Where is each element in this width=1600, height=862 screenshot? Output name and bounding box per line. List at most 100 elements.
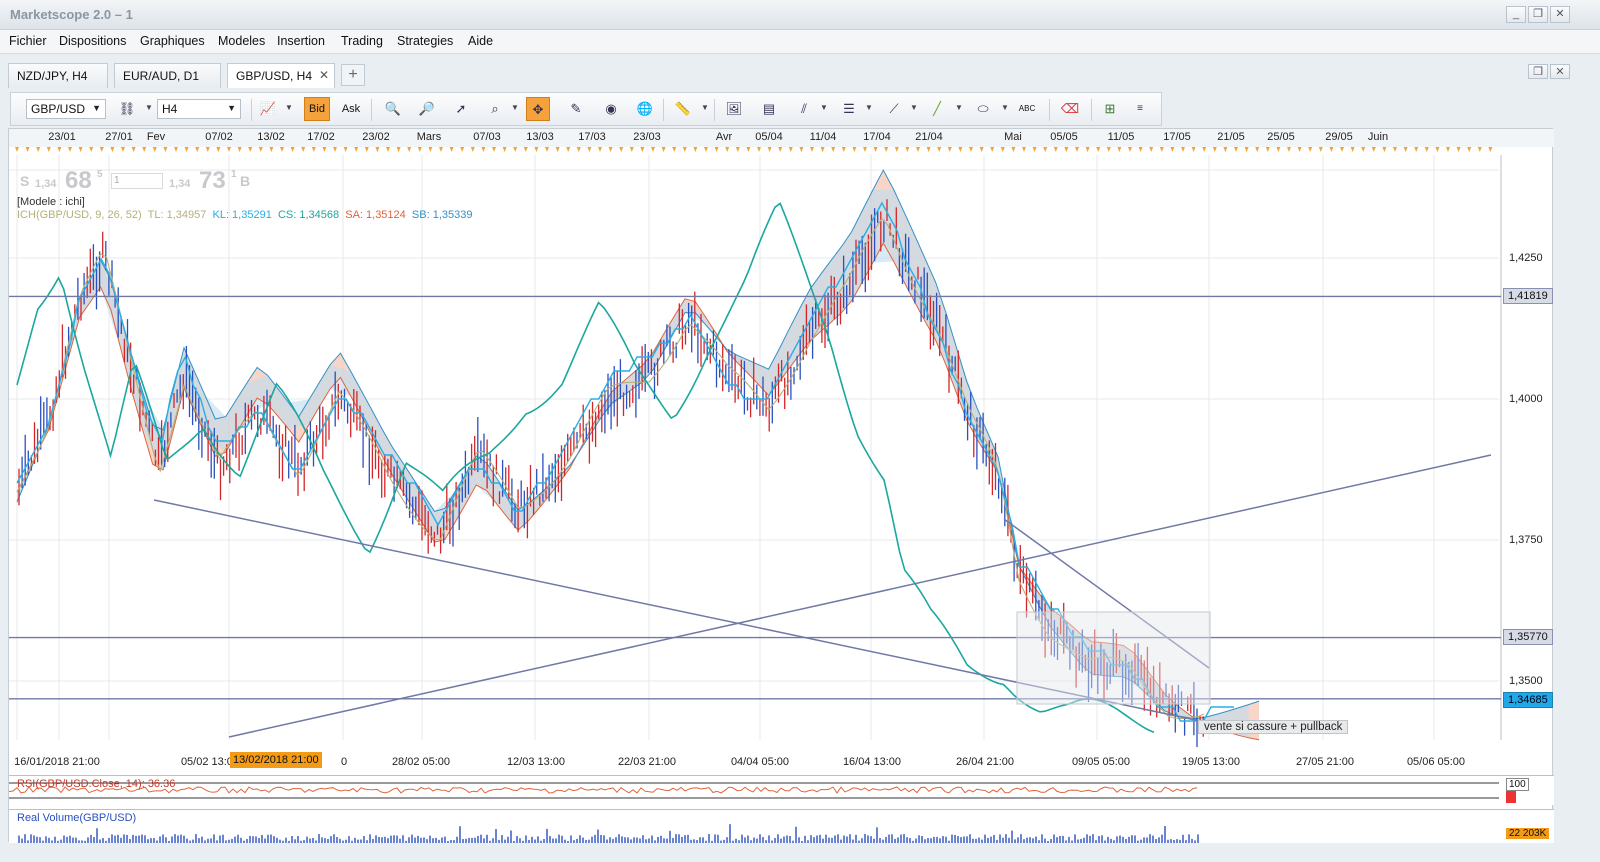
bid-button[interactable]: Bid bbox=[304, 97, 330, 121]
chart-panel[interactable]: 23/01 27/01 Fev 07/02 13/02 17/02 23/02 Mars 07/… bbox=[8, 128, 1554, 843]
legend-chikou: CS: 1,34568 bbox=[277, 209, 340, 221]
rsi-label: RSI(GBP/USD.Close, 14): 36.36 bbox=[17, 778, 176, 790]
session-marker bbox=[89, 147, 94, 152]
chevron-down-icon[interactable]: ▼ bbox=[511, 103, 519, 112]
session-marker bbox=[1403, 147, 1408, 152]
chevron-down-icon[interactable]: ▼ bbox=[145, 103, 153, 112]
tab-euraud[interactable]: EUR/AUD, D1 bbox=[114, 63, 221, 88]
session-marker bbox=[174, 147, 178, 152]
quote-amount-field[interactable]: 1 bbox=[111, 173, 163, 189]
menu-trading[interactable]: Trading bbox=[341, 34, 383, 48]
toolbar-overflow-icon[interactable]: ≡ bbox=[1128, 97, 1152, 121]
minimize-button[interactable]: _ bbox=[1506, 6, 1526, 23]
session-marker bbox=[661, 147, 666, 152]
session-marker bbox=[566, 147, 571, 152]
top-date-label: 05/05 bbox=[1050, 131, 1078, 143]
period-select[interactable]: H4 ▼ bbox=[157, 99, 241, 119]
chevron-down-icon[interactable]: ▼ bbox=[820, 103, 828, 112]
price-chart[interactable] bbox=[9, 147, 1554, 747]
close-button[interactable]: ✕ bbox=[1550, 6, 1570, 23]
crosshair-icon[interactable]: ✥ bbox=[526, 97, 550, 121]
session-marker bbox=[1234, 147, 1238, 152]
chevron-down-icon[interactable]: ▼ bbox=[955, 103, 963, 112]
legend-ich: ICH(GBP/USD, 9, 26, 52) bbox=[17, 209, 142, 221]
level-label-high: 1,41819 bbox=[1503, 288, 1553, 304]
menu-aide[interactable]: Aide bbox=[468, 34, 493, 48]
chevron-down-icon[interactable]: ▼ bbox=[285, 103, 293, 112]
globe-icon[interactable]: 🌐 bbox=[633, 97, 657, 121]
horizontal-lines-icon[interactable]: ☰ bbox=[837, 97, 861, 121]
link-chart-icon[interactable]: ⛓ bbox=[115, 97, 139, 121]
picture-icon[interactable]: 🖼 bbox=[722, 97, 746, 121]
tab-restore-button[interactable]: ❐ bbox=[1528, 64, 1548, 79]
session-marker bbox=[205, 147, 210, 152]
session-marker bbox=[746, 147, 751, 152]
tab-label: NZD/JPY, H4 bbox=[17, 69, 88, 83]
volume-value-label: 22 203K bbox=[1506, 828, 1550, 839]
tab-close-icon[interactable]: ✕ bbox=[319, 68, 329, 82]
session-marker bbox=[1308, 147, 1313, 152]
gann-fan-icon[interactable]: ⟋ bbox=[882, 97, 906, 121]
zoom-area-icon[interactable]: ⌕ bbox=[483, 97, 507, 121]
cursor-icon[interactable]: ➚ bbox=[449, 97, 473, 121]
restore-button[interactable]: ❐ bbox=[1528, 6, 1548, 23]
menu-graphiques[interactable]: Graphiques bbox=[140, 34, 205, 48]
session-marker bbox=[778, 147, 783, 152]
menu-fichier[interactable]: Fichier bbox=[9, 34, 47, 48]
chevron-down-icon: ▼ bbox=[92, 103, 101, 113]
chart-type-icon[interactable]: 📈 bbox=[256, 97, 280, 121]
add-tab-button[interactable]: + bbox=[341, 64, 365, 86]
session-marker bbox=[78, 147, 83, 152]
session-marker bbox=[1181, 147, 1185, 152]
hierarchy-icon[interactable]: ⊞ bbox=[1098, 97, 1122, 121]
session-marker bbox=[619, 147, 624, 152]
chart-annotation[interactable]: vente si cassure + pullback bbox=[1198, 720, 1349, 734]
menu-strategies[interactable]: Strategies bbox=[397, 34, 453, 48]
ellipse-icon[interactable]: ⬭ bbox=[971, 97, 995, 121]
session-marker bbox=[704, 147, 708, 152]
trend-line-icon[interactable]: ╱ bbox=[925, 97, 949, 121]
ruler-icon[interactable]: 📏 bbox=[671, 97, 695, 121]
chart-tabs: NZD/JPY, H4 EUR/AUD, D1 GBP/USD, H4 ✕ + … bbox=[0, 62, 1600, 88]
chevron-down-icon[interactable]: ▼ bbox=[910, 103, 918, 112]
menu-insertion[interactable]: Insertion bbox=[277, 34, 325, 48]
session-marker bbox=[1424, 147, 1429, 152]
tab-nzdjpy[interactable]: NZD/JPY, H4 bbox=[8, 63, 108, 88]
session-marker bbox=[926, 147, 931, 152]
chevron-down-icon[interactable]: ▼ bbox=[701, 103, 709, 112]
session-marker bbox=[460, 147, 465, 152]
rsi-pane[interactable]: RSI(GBP/USD.Close, 14): 36.36 100 bbox=[9, 775, 1554, 805]
session-marker bbox=[333, 147, 337, 152]
volume-pane[interactable]: Real Volume(GBP/USD) 22 203K bbox=[9, 809, 1554, 843]
fan-lines-icon[interactable]: ⫽ bbox=[792, 97, 816, 121]
eraser-icon[interactable]: ⌫ bbox=[1058, 97, 1082, 121]
session-marker bbox=[1318, 147, 1323, 152]
top-date-label: 11/04 bbox=[809, 131, 837, 143]
text-tool-button[interactable]: ABC bbox=[1015, 97, 1039, 121]
rsi-value-marker bbox=[1506, 791, 1516, 803]
view-icon[interactable]: ◉ bbox=[599, 97, 623, 121]
session-marker bbox=[1435, 147, 1440, 152]
session-marker bbox=[873, 147, 878, 152]
tab-gbpusd[interactable]: GBP/USD, H4 ✕ bbox=[227, 63, 335, 88]
chevron-down-icon[interactable]: ▼ bbox=[865, 103, 873, 112]
session-marker bbox=[364, 147, 369, 152]
menu-modeles[interactable]: Modeles bbox=[218, 34, 265, 48]
instrument-select[interactable]: GBP/USD ▼ bbox=[26, 99, 106, 119]
top-date-label: 17/02 bbox=[307, 131, 335, 143]
zoom-out-icon[interactable]: 🔎 bbox=[415, 97, 439, 121]
session-marker bbox=[1287, 147, 1291, 152]
volume-plot bbox=[18, 824, 1199, 843]
tab-label: EUR/AUD, D1 bbox=[123, 69, 200, 83]
top-date-label: 13/03 bbox=[526, 131, 554, 143]
zoom-in-icon[interactable]: 🔍 bbox=[381, 97, 405, 121]
menu-dispositions[interactable]: Dispositions bbox=[59, 34, 126, 48]
chart-properties-icon[interactable]: ✎ bbox=[564, 97, 588, 121]
chart-window-icon[interactable]: ▤ bbox=[757, 97, 781, 121]
tab-close-button[interactable]: ✕ bbox=[1550, 64, 1570, 79]
ask-button[interactable]: Ask bbox=[338, 97, 364, 121]
session-marker bbox=[311, 147, 316, 152]
top-date-label: 07/03 bbox=[473, 131, 501, 143]
chevron-down-icon[interactable]: ▼ bbox=[1001, 103, 1009, 112]
session-marker bbox=[195, 147, 200, 152]
